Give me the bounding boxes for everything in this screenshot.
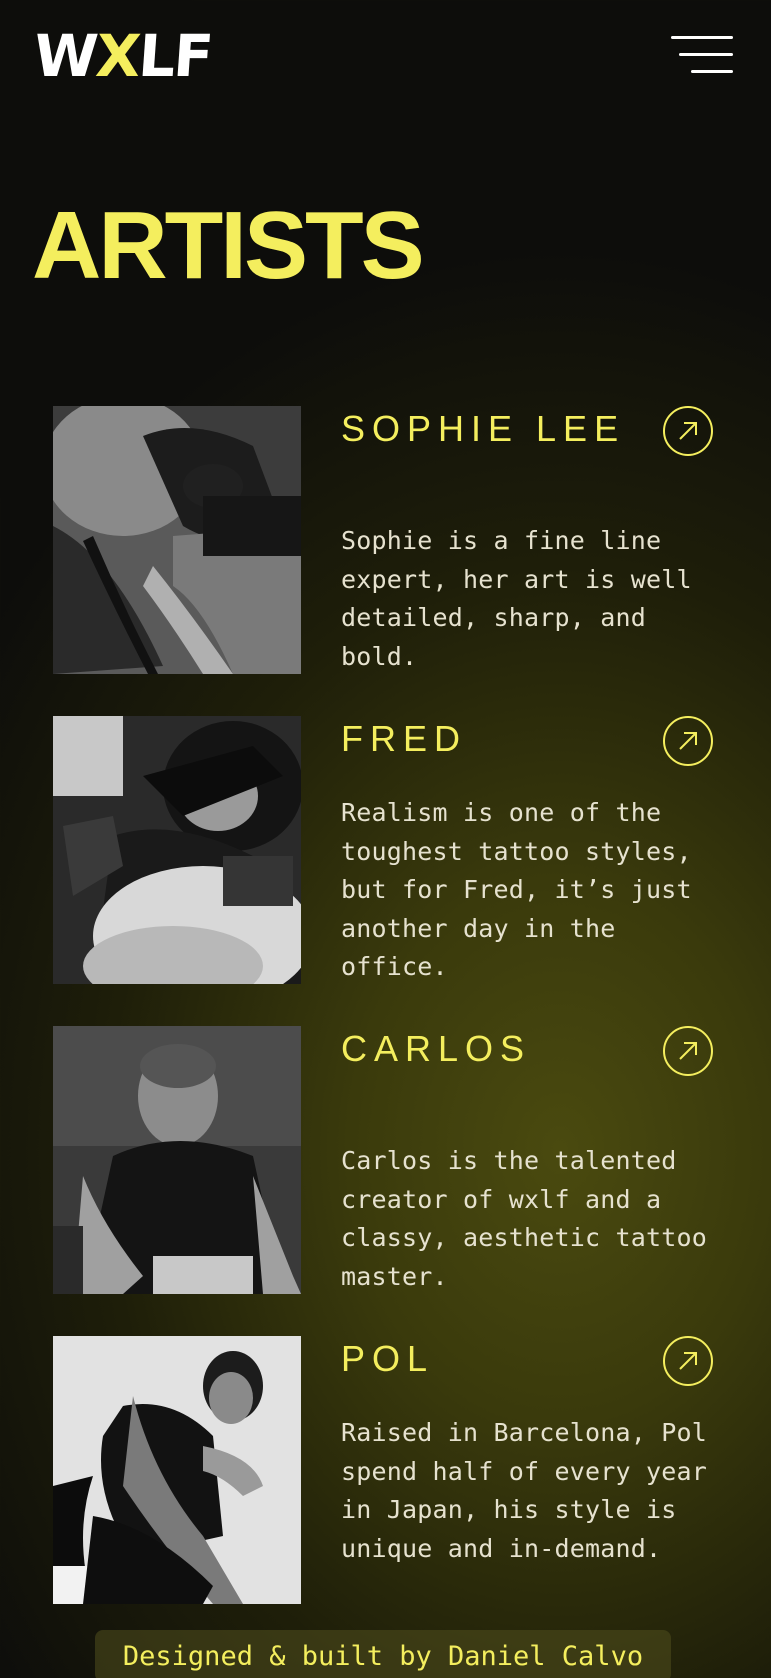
- logo-letter-w: W: [31, 22, 99, 90]
- page-title: ARTISTS: [32, 192, 425, 299]
- artist-name: SOPHIE LEE: [341, 408, 626, 449]
- brand-logo[interactable]: WXLF: [32, 22, 214, 90]
- artist-photo: [53, 406, 301, 674]
- artist-bio: Realism is one of the toughest tattoo st…: [341, 798, 692, 981]
- artist-card: FRED Realism is one of the toughest tatt…: [53, 716, 713, 984]
- artist-card: CARLOS Carlos is the talented creator of…: [53, 1026, 713, 1294]
- artist-photo: [53, 1336, 301, 1604]
- artist-name: CARLOS: [341, 1028, 532, 1069]
- artist-bio: Raised in Barcelona, Pol spend half of e…: [341, 1418, 708, 1563]
- arrow-up-right-icon[interactable]: [663, 406, 713, 456]
- arrow-up-right-icon[interactable]: [663, 716, 713, 766]
- arrow-up-right-icon[interactable]: [663, 1026, 713, 1076]
- menu-bar: [691, 70, 733, 73]
- logo-letter-x: X: [93, 22, 142, 90]
- artist-card: SOPHIE LEE Sophie is a fine line expert,…: [53, 406, 713, 674]
- logo-letters-lf: LF: [136, 22, 214, 90]
- artist-bio: Sophie is a fine line expert, her art is…: [341, 526, 692, 671]
- artist-name: POL: [341, 1338, 435, 1379]
- hamburger-menu-icon[interactable]: [671, 34, 733, 76]
- artist-photo: [53, 716, 301, 984]
- footer-credit: Designed & built by Daniel Calvo: [95, 1630, 671, 1678]
- menu-bar: [671, 36, 733, 39]
- artist-name: FRED: [341, 718, 467, 759]
- artist-bio: Carlos is the talented creator of wxlf a…: [341, 1146, 708, 1291]
- artist-photo: [53, 1026, 301, 1294]
- menu-bar: [679, 53, 733, 56]
- artist-card: POL Raised in Barcelona, Pol spend half …: [53, 1336, 713, 1604]
- arrow-up-right-icon[interactable]: [663, 1336, 713, 1386]
